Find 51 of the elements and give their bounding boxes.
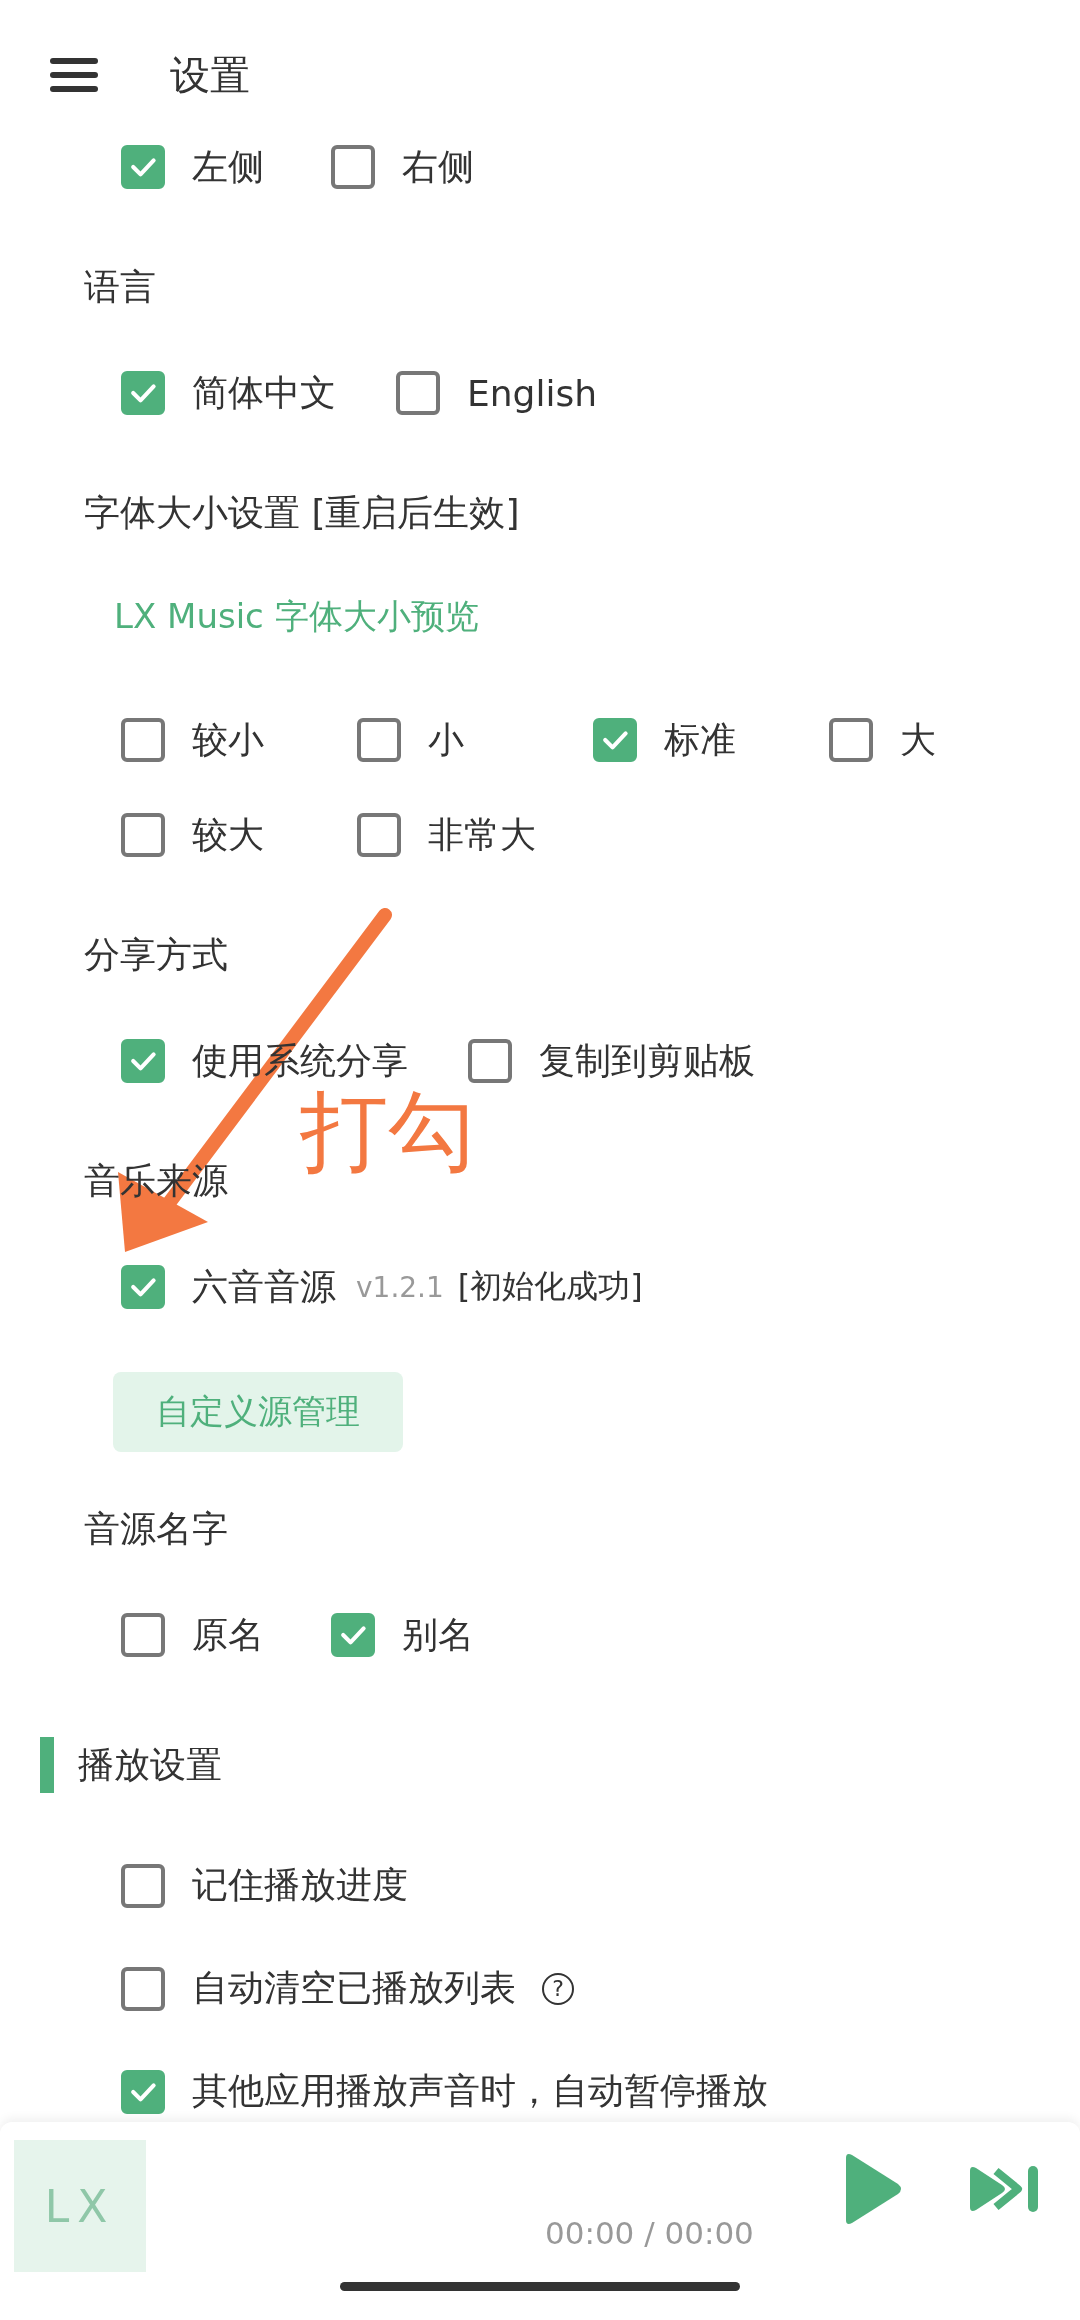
section-title: 播放设置 xyxy=(78,1742,222,1787)
option-label: 其他应用播放声音时，自动暂停播放 xyxy=(192,2069,768,2113)
option-label: 非常大 xyxy=(428,812,536,857)
checkbox[interactable] xyxy=(357,813,401,857)
checkbox[interactable] xyxy=(331,145,375,189)
checkbox[interactable] xyxy=(121,813,165,857)
checkbox[interactable] xyxy=(121,1863,165,1908)
option-label: 六音音源 xyxy=(192,1264,336,1309)
option-label: 标准 xyxy=(664,717,736,762)
option-label: 别名 xyxy=(402,1612,474,1657)
checkbox[interactable] xyxy=(121,1613,165,1657)
checkbox[interactable] xyxy=(121,371,165,415)
page-title: 设置 xyxy=(170,50,250,100)
checkbox[interactable] xyxy=(829,718,873,762)
option-label: 简体中文 xyxy=(192,370,336,415)
option-label: 原名 xyxy=(192,1612,264,1657)
checkbox[interactable] xyxy=(468,1039,512,1083)
checkbox[interactable] xyxy=(121,2069,165,2114)
checkbox[interactable] xyxy=(121,1265,165,1309)
annotation-text: 打勾 xyxy=(300,1088,476,1176)
option-label: 小 xyxy=(428,717,464,762)
menu-icon[interactable] xyxy=(50,55,98,95)
help-icon[interactable]: ? xyxy=(542,1972,574,2005)
font-preview-text: LX Music 字体大小预览 xyxy=(114,595,479,638)
checkbox[interactable] xyxy=(396,371,440,415)
album-cover[interactable]: LX xyxy=(14,2140,146,2272)
version-text: v1.2.1 xyxy=(356,1270,444,1304)
checkbox[interactable] xyxy=(357,718,401,762)
option-label: English xyxy=(467,372,597,414)
setting-heading: 分享方式 xyxy=(84,932,228,977)
option-label: 大 xyxy=(900,717,936,762)
playback-time: 00:00 / 00:00 xyxy=(545,2215,754,2251)
status-text: [初始化成功] xyxy=(457,1266,643,1307)
option-label: 较小 xyxy=(192,717,264,762)
option-label: 较大 xyxy=(192,812,264,857)
setting-heading: 语言 xyxy=(84,264,156,309)
section-accent-bar xyxy=(40,1737,54,1793)
checkbox[interactable] xyxy=(331,1613,375,1657)
checkbox[interactable] xyxy=(121,718,165,762)
option-label: 记住播放进度 xyxy=(192,1863,408,1907)
setting-heading: 字体大小设置 [重启后生效] xyxy=(84,490,520,535)
option-label: 复制到剪贴板 xyxy=(539,1038,755,1083)
checkbox[interactable] xyxy=(593,718,637,762)
custom-source-button[interactable]: 自定义源管理 xyxy=(113,1372,403,1452)
checkbox[interactable] xyxy=(121,145,165,189)
option-label: 左侧 xyxy=(192,144,264,189)
setting-heading: 音源名字 xyxy=(84,1506,228,1551)
checkbox[interactable] xyxy=(121,1966,165,2011)
checkbox[interactable] xyxy=(121,1039,165,1083)
option-label: 自动清空已播放列表 xyxy=(192,1966,516,2010)
option-label: 右侧 xyxy=(402,144,474,189)
